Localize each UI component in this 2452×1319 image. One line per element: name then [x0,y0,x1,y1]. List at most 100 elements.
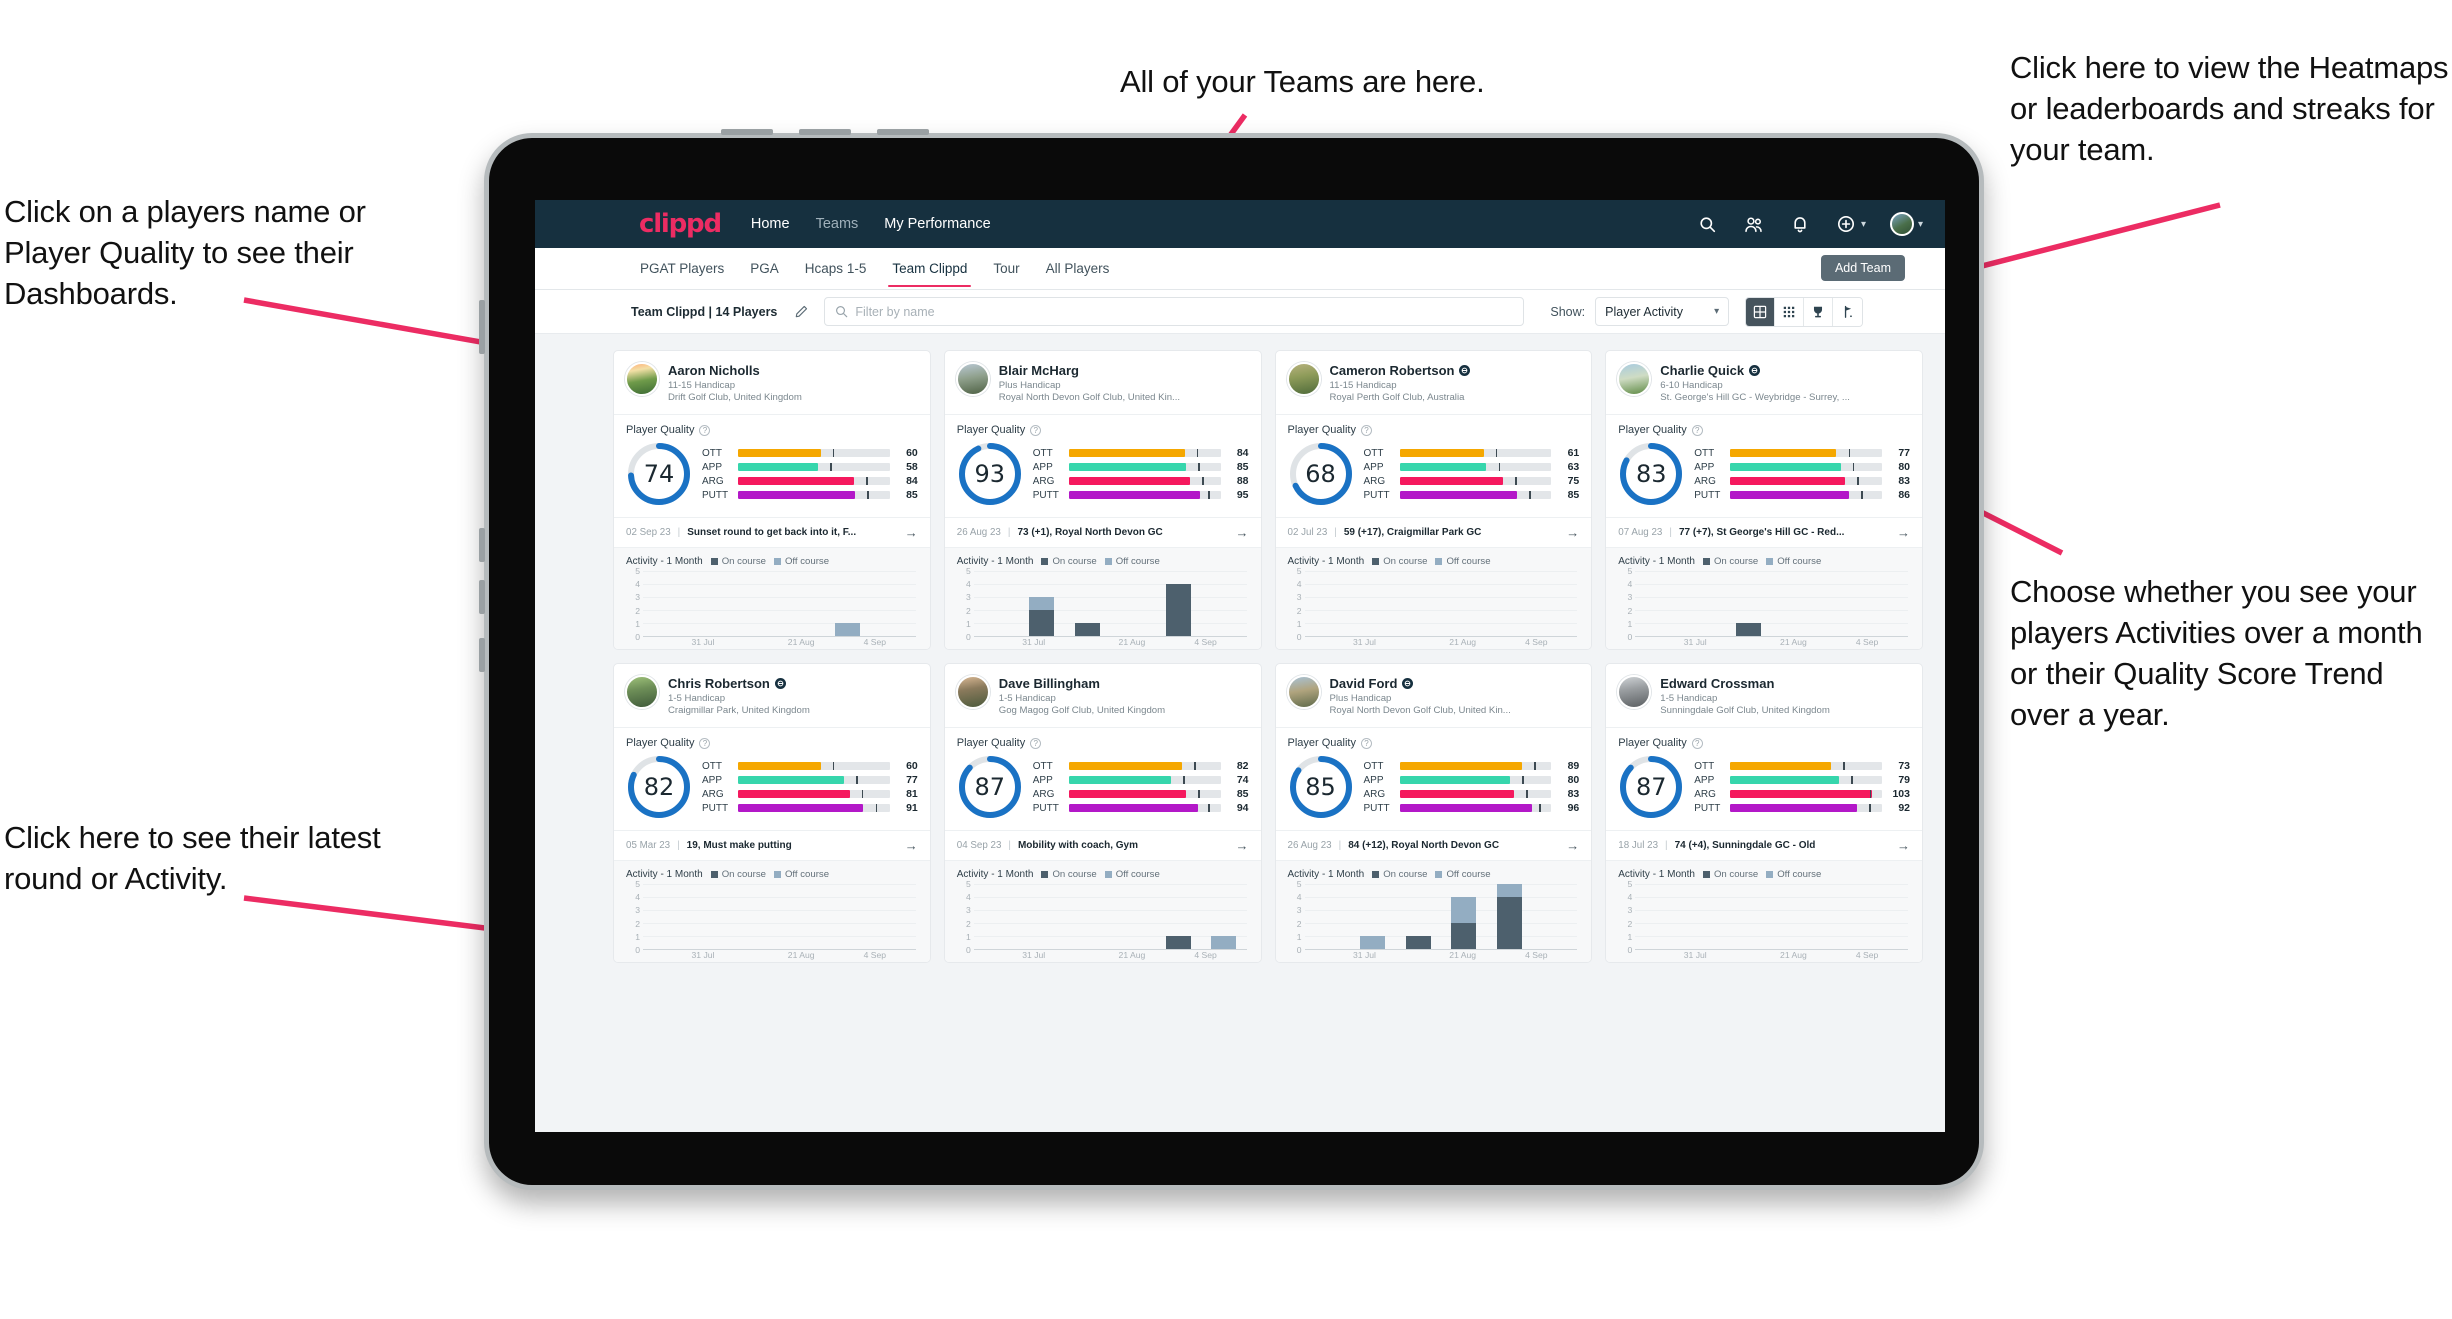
chevron-down-icon-profile[interactable]: ▾ [1918,219,1923,230]
player-name[interactable]: David Ford [1330,676,1398,691]
plus-circle-icon[interactable] [1835,213,1857,235]
metric-bar-fill [1068,449,1185,457]
tab-team-clippd[interactable]: Team Clippd [888,250,972,287]
nav-link-teams[interactable]: Teams [816,216,859,232]
player-card[interactable]: Charlie Quick 6-10 Handicap St. George's H… [1605,350,1923,650]
tab-tour[interactable]: Tour [992,250,1020,287]
player-quality-section[interactable]: Player Quality? 68 OTT 61 APP 63 ARG 75 PUTT 85 [1276,415,1592,517]
player-card-header[interactable]: Charlie Quick 6-10 Handicap St. George's H… [1606,351,1922,415]
arrow-right-icon[interactable]: → [1566,838,1579,853]
player-name[interactable]: Aaron Nicholls [668,363,760,378]
show-select[interactable]: Player Activity ▾ [1595,297,1730,326]
player-card[interactable]: Edward Crossman 1-5 Handicap Sunningdale G… [1605,663,1923,963]
nav-link-home[interactable]: Home [751,216,790,232]
player-card[interactable]: Cameron Robertson 11-15 Handicap Royal Per… [1274,350,1593,650]
chevron-down-icon-add[interactable]: ▾ [1861,219,1866,230]
arrow-right-icon[interactable]: → [1236,525,1249,540]
player-name[interactable]: Dave Billingham [999,676,1100,691]
player-card-header[interactable]: Blair McHarg Plus Handicap Royal North Dev… [944,351,1261,415]
player-card[interactable]: Chris Robertson 1-5 Handicap Craigmillar P… [613,663,931,963]
legend-swatch-on [1041,558,1049,565]
grid-view-icon[interactable] [1746,297,1776,326]
player-name[interactable]: Cameron Robertson [1330,363,1455,378]
help-icon[interactable]: ? [699,737,711,749]
avatar[interactable] [1889,212,1914,236]
latest-round-row[interactable]: 07 Aug 23 | 77 (+7), St George's Hill GC -… [1606,517,1922,547]
help-icon[interactable]: ? [699,424,711,436]
metric-bar-marker [1196,449,1199,457]
latest-round-row[interactable]: 05 Mar 23 | 19, Must make putting → [614,830,930,860]
round-separator: | [1334,527,1337,538]
search-box[interactable] [824,297,1525,326]
player-quality-section[interactable]: Player Quality? 87 OTT 82 APP 74 ARG 85 PUTT 94 [945,728,1261,830]
metric-bar-marker [832,449,835,457]
arrow-right-icon[interactable]: → [1897,838,1910,853]
player-quality-section[interactable]: Player Quality? 87 OTT 73 APP 79 ARG 103 PUTT 92 [1606,728,1922,830]
tab-pga[interactable]: PGA [749,250,780,287]
player-card-header[interactable]: Aaron Nicholls 11-15 Handicap Drift Golf C… [614,351,930,415]
activity-section: Activity - 1 Month On course Off course 5 4 3… [614,547,930,649]
help-icon[interactable]: ? [1360,424,1372,436]
help-icon[interactable]: ? [1691,737,1703,749]
player-card-header[interactable]: Edward Crossman 1-5 Handicap Sunningdale G… [1606,664,1922,728]
player-quality-section[interactable]: Player Quality? 74 OTT 60 APP 58 ARG 84 PUTT 85 [614,415,930,517]
gridline [973,597,1247,598]
player-card[interactable]: Dave Billingham 1-5 Handicap Gog Magog Gol… [943,663,1262,963]
streaks-flag-icon[interactable] [1833,297,1863,326]
search-input[interactable] [855,304,1514,319]
arrow-right-icon[interactable]: → [1897,525,1910,540]
nav-link-my-performance[interactable]: My Performance [884,216,990,232]
player-card-header[interactable]: David Ford Plus Handicap Royal North Devon… [1275,664,1592,728]
player-name-row: Edward Crossman [1660,676,1910,691]
x-tick: 21 Aug [787,637,815,647]
latest-round-row[interactable]: 26 Aug 23 | 73 (+1), Royal North Devon GC → [944,517,1261,547]
y-tick: 2 [965,605,971,616]
tab-pgat-players[interactable]: PGAT Players [639,250,725,287]
player-name[interactable]: Chris Robertson [668,676,770,691]
clippd-logo[interactable]: clippd [639,209,722,239]
arrow-right-icon[interactable]: → [905,838,918,853]
arrow-right-icon[interactable]: → [905,525,918,540]
help-icon[interactable]: ? [1691,424,1703,436]
latest-round-row[interactable]: 04 Sep 23 | Mobility with coach, Gym → [944,830,1261,860]
arrow-right-icon[interactable]: → [1566,525,1579,540]
player-quality-section[interactable]: Player Quality? 93 OTT 84 APP 85 ARG 88 PUTT 95 [945,415,1261,517]
player-card[interactable]: Aaron Nicholls 11-15 Handicap Drift Golf C… [613,350,931,650]
help-icon[interactable]: ? [1030,424,1042,436]
pencil-icon[interactable] [789,299,814,324]
tab-hcaps-1-5[interactable]: Hcaps 1-5 [804,250,868,287]
metric-label: PUTT [702,489,729,501]
player-name[interactable]: Edward Crossman [1660,676,1774,691]
add-team-button[interactable]: Add Team [1820,255,1905,281]
player-card-header[interactable]: Dave Billingham 1-5 Handicap Gog Magog Gol… [944,664,1261,728]
player-card-header[interactable]: Cameron Robertson 11-15 Handicap Royal Per… [1275,351,1592,415]
metric-bar-track [738,491,890,499]
player-quality-section[interactable]: Player Quality? 82 OTT 60 APP 77 ARG 81 PUTT 91 [614,728,930,830]
latest-round-row[interactable]: 18 Jul 23 | 74 (+4), Sunningdale GC - Old → [1606,830,1922,860]
player-quality-section[interactable]: Player Quality? 83 OTT 77 APP 80 ARG 83 PUTT 86 [1606,415,1922,517]
arrow-right-icon[interactable]: → [1236,838,1249,853]
help-icon[interactable]: ? [1030,737,1042,749]
search-icon[interactable] [1697,213,1719,235]
player-card[interactable]: David Ford Plus Handicap Royal North Devon… [1274,663,1593,963]
metric-bar-fill [1068,804,1199,812]
player-card[interactable]: Blair McHarg Plus Handicap Royal North Dev… [943,350,1262,650]
player-handicap: Plus Handicap [1329,693,1392,704]
people-icon[interactable] [1743,213,1765,235]
player-name[interactable]: Blair McHarg [999,363,1079,378]
player-quality-header: Player Quality? [626,737,918,749]
bell-icon[interactable] [1789,213,1811,235]
metric-row-ott: OTT 60 [702,759,918,773]
player-card-header[interactable]: Chris Robertson 1-5 Handicap Craigmillar P… [614,664,930,728]
latest-round-row[interactable]: 02 Jul 23 | 59 (+17), Craigmillar Park GC → [1275,517,1592,547]
heatmap-view-icon[interactable] [1775,297,1805,326]
metric-label: ARG [1694,475,1716,487]
leaderboard-trophy-icon[interactable] [1804,297,1834,326]
latest-round-row[interactable]: 02 Sep 23 | Sunset round to get back into … [614,517,930,547]
help-icon[interactable]: ? [1360,737,1372,749]
player-quality-section[interactable]: Player Quality? 85 OTT 89 APP 80 ARG 83 PUTT 96 [1276,728,1592,830]
player-name[interactable]: Charlie Quick [1660,363,1744,378]
latest-round-row[interactable]: 26 Aug 23 | 84 (+12), Royal North Devon GC… [1275,830,1592,860]
tab-all-players[interactable]: All Players [1045,250,1111,287]
metric-label: PUTT [1694,489,1721,501]
